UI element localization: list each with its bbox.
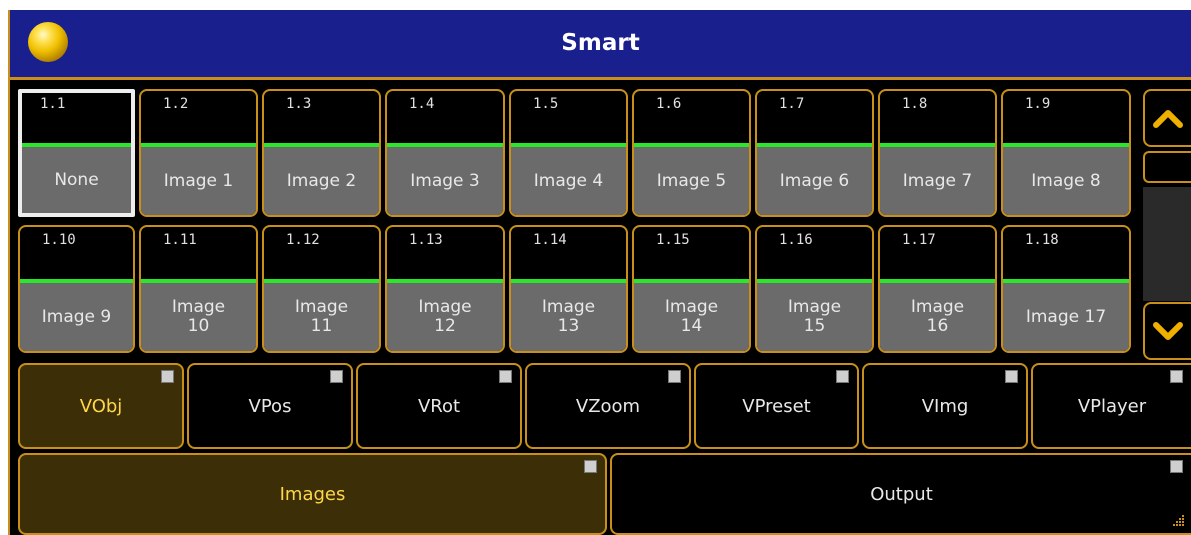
image-cell-1-2[interactable]: 1.2 Image 1 — [139, 89, 258, 217]
image-cell-1-12[interactable]: 1.12 Image 11 — [262, 225, 381, 353]
chevron-down-icon — [1153, 322, 1183, 340]
cell-label: Image 4 — [511, 147, 626, 215]
indicator-square — [1170, 460, 1183, 473]
cell-label: Image 17 — [1003, 283, 1129, 351]
resize-grip-icon[interactable] — [1173, 515, 1185, 527]
cell-number: 1.7 — [779, 96, 805, 112]
cell-number: 1.8 — [902, 96, 928, 112]
image-cell-1-3[interactable]: 1.3 Image 2 — [262, 89, 381, 217]
cell-number: 1.1 — [40, 96, 66, 112]
image-cell-1-14[interactable]: 1.14 Image 13 — [509, 225, 628, 353]
cell-number: 1.9 — [1025, 96, 1051, 112]
indicator-square — [330, 370, 343, 383]
indicator-square — [499, 370, 512, 383]
cell-label: Image 9 — [20, 283, 133, 351]
cell-number: 1.2 — [163, 96, 189, 112]
cell-number: 1.12 — [286, 232, 320, 248]
indicator-square — [836, 370, 849, 383]
cell-label: Image 6 — [757, 147, 872, 215]
tab-label: VImg — [921, 395, 969, 417]
scroll-track[interactable] — [1143, 151, 1191, 301]
image-cell-1-13[interactable]: 1.13 Image 12 — [385, 225, 505, 353]
indicator-square — [584, 460, 597, 473]
tab-vpreset[interactable]: VPreset — [694, 363, 859, 449]
indicator-square — [161, 370, 174, 383]
cell-label: None — [22, 147, 131, 213]
tab-label: VObj — [79, 395, 123, 417]
tab-vrot[interactable]: VRot — [356, 363, 522, 449]
tab-label: VPreset — [742, 395, 811, 417]
scrollbar[interactable] — [1143, 89, 1191, 360]
image-cell-1-15[interactable]: 1.15 Image 14 — [632, 225, 751, 353]
tab-label: VZoom — [575, 395, 641, 417]
image-cell-1-5[interactable]: 1.5 Image 4 — [509, 89, 628, 217]
image-cell-1-7[interactable]: 1.7 Image 6 — [755, 89, 874, 217]
image-cell-1-18[interactable]: 1.18 Image 17 — [1001, 225, 1131, 353]
scroll-rail — [1143, 187, 1191, 301]
tab-label: VPlayer — [1077, 395, 1147, 417]
scroll-thumb[interactable] — [1143, 151, 1191, 183]
cell-label: Image 10 — [141, 283, 256, 351]
indicator-square — [1005, 370, 1018, 383]
cell-label: Image 2 — [264, 147, 379, 215]
image-cell-1-4[interactable]: 1.4 Image 3 — [385, 89, 505, 217]
cell-number: 1.4 — [409, 96, 435, 112]
image-cell-1-10[interactable]: 1.10 Image 9 — [18, 225, 135, 353]
output-label: Output — [870, 483, 933, 505]
cell-number: 1.14 — [533, 232, 567, 248]
cell-label: Image 12 — [387, 283, 503, 351]
tab-label: VRot — [417, 395, 461, 417]
window-title: Smart — [561, 30, 640, 56]
tab-vobj[interactable]: VObj — [18, 363, 184, 449]
cell-number: 1.5 — [533, 96, 559, 112]
image-cell-1-17[interactable]: 1.17 Image 16 — [878, 225, 997, 353]
cell-number: 1.13 — [409, 232, 443, 248]
image-cell-1-1[interactable]: 1.1 None — [18, 89, 135, 217]
cell-number: 1.6 — [656, 96, 682, 112]
image-cell-1-8[interactable]: 1.8 Image 7 — [878, 89, 997, 217]
indicator-square — [1170, 370, 1183, 383]
indicator-square — [668, 370, 681, 383]
title-bar: Smart — [10, 10, 1191, 80]
tab-vimg[interactable]: VImg — [862, 363, 1028, 449]
tab-label: VPos — [248, 395, 292, 417]
chevron-up-icon — [1153, 110, 1183, 128]
tab-vpos[interactable]: VPos — [187, 363, 353, 449]
images-label: Images — [279, 483, 346, 505]
cell-number: 1.3 — [286, 96, 312, 112]
cell-number: 1.15 — [656, 232, 690, 248]
cell-label: Image 13 — [511, 283, 626, 351]
image-cell-1-6[interactable]: 1.6 Image 5 — [632, 89, 751, 217]
cell-label: Image 11 — [264, 283, 379, 351]
tab-vzoom[interactable]: VZoom — [525, 363, 691, 449]
cell-number: 1.16 — [779, 232, 813, 248]
cell-label: Image 16 — [880, 283, 995, 351]
cell-number: 1.10 — [42, 232, 76, 248]
cell-label: Image 1 — [141, 147, 256, 215]
images-button[interactable]: Images — [18, 453, 607, 535]
cell-label: Image 5 — [634, 147, 749, 215]
cell-number: 1.11 — [163, 232, 197, 248]
cell-label: Image 8 — [1003, 147, 1129, 215]
cell-label: Image 7 — [880, 147, 995, 215]
image-cell-1-9[interactable]: 1.9 Image 8 — [1001, 89, 1131, 217]
cell-label: Image 15 — [757, 283, 872, 351]
scroll-down-button[interactable] — [1143, 302, 1191, 360]
output-button[interactable]: Output — [610, 453, 1191, 535]
tab-vplayer[interactable]: VPlayer — [1031, 363, 1191, 449]
image-cell-1-16[interactable]: 1.16 Image 15 — [755, 225, 874, 353]
cell-label: Image 14 — [634, 283, 749, 351]
image-cell-1-11[interactable]: 1.11 Image 10 — [139, 225, 258, 353]
cell-number: 1.17 — [902, 232, 936, 248]
cell-number: 1.18 — [1025, 232, 1059, 248]
cell-label: Image 3 — [387, 147, 503, 215]
scroll-up-button[interactable] — [1143, 89, 1191, 147]
